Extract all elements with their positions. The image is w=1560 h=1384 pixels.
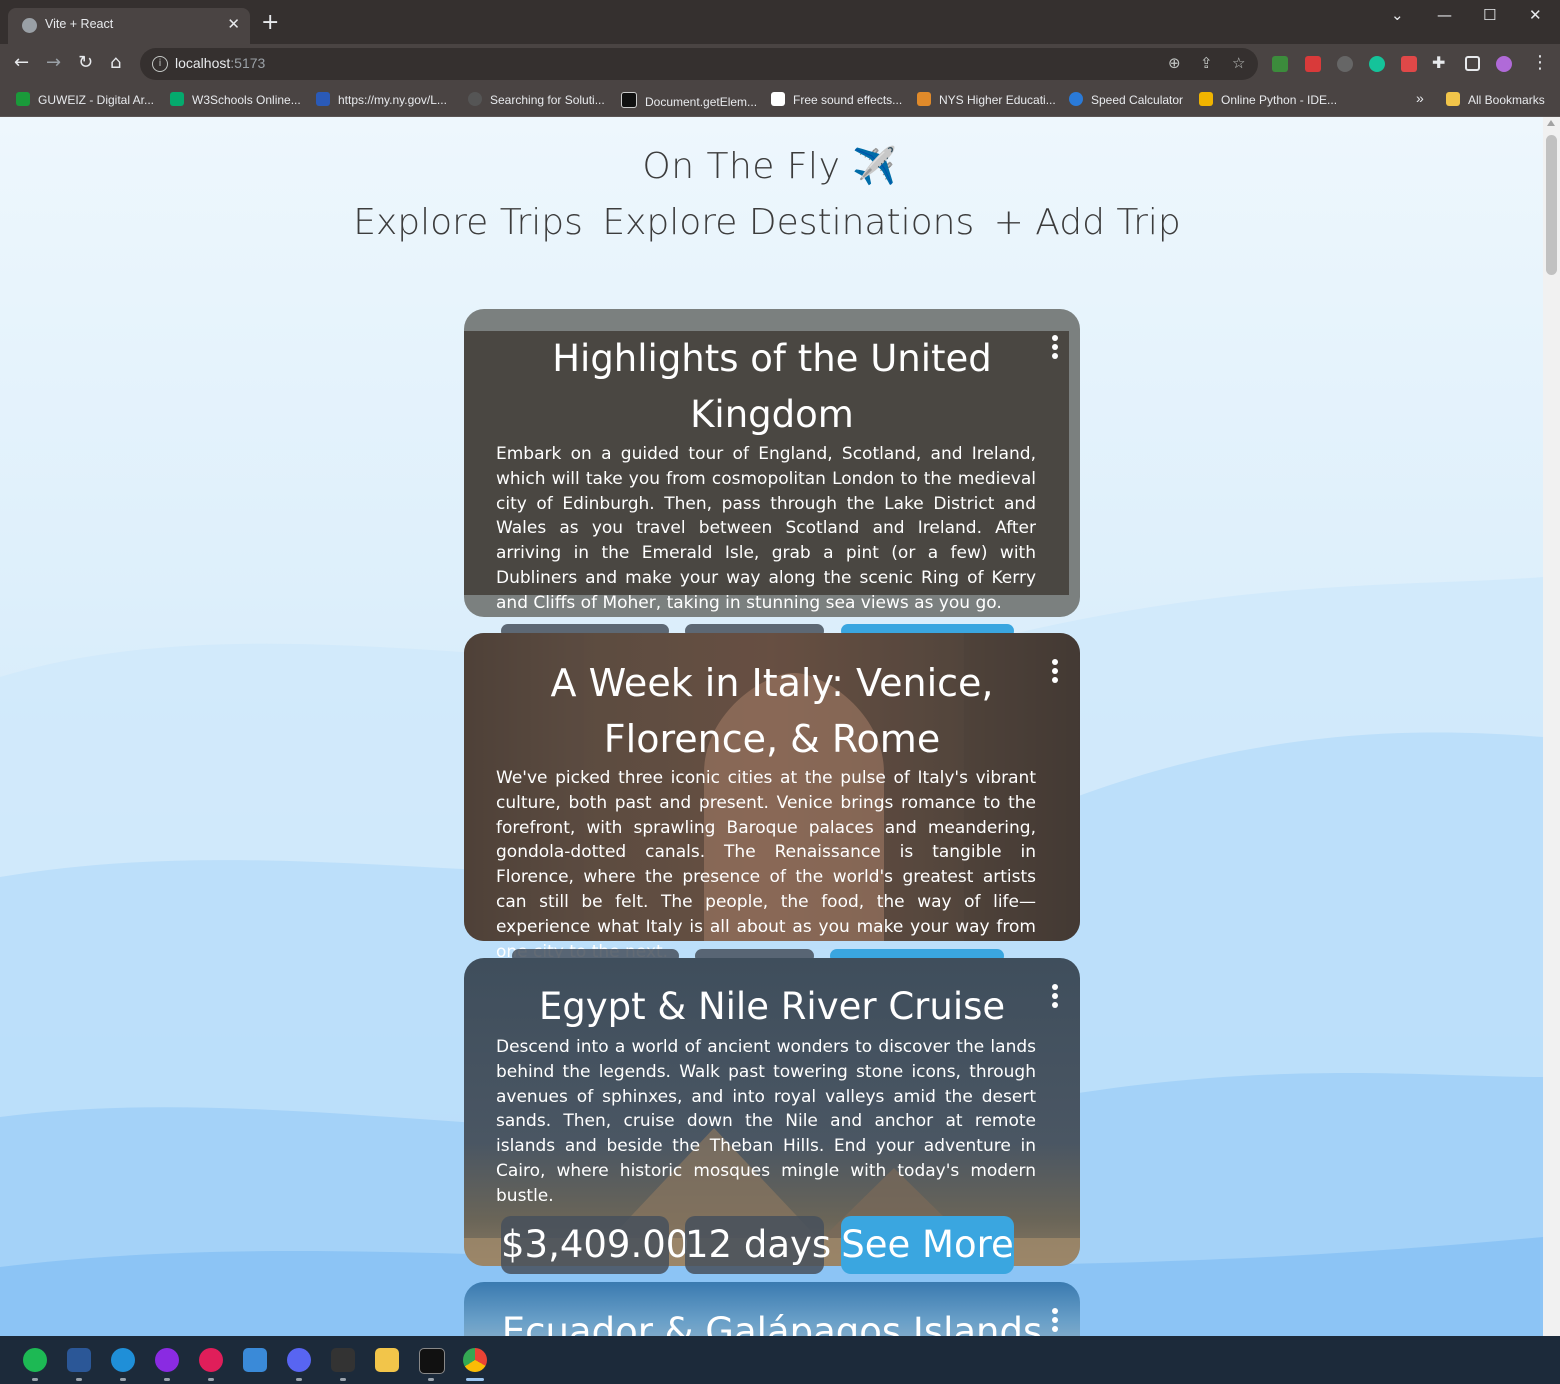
bookmark-star-icon[interactable]: ☆	[1232, 54, 1245, 72]
bookmark-item[interactable]: GUWEIZ - Digital Ar...	[16, 92, 154, 107]
photos-icon[interactable]	[243, 1348, 267, 1372]
forward-button[interactable]: →	[46, 53, 61, 73]
bookmark-item[interactable]: Speed Calculator	[1069, 92, 1183, 107]
close-window-button[interactable]: ✕	[1529, 6, 1542, 24]
share-icon[interactable]: ⇪	[1200, 54, 1213, 72]
trip-description: Descend into a world of ancient wonders …	[496, 1037, 1036, 1206]
zoom-icon[interactable]: ⊕	[1168, 54, 1181, 72]
scroll-thumb[interactable]	[1546, 135, 1557, 275]
terminal-icon[interactable]	[331, 1348, 355, 1372]
scroll-up-arrow-icon[interactable]	[1547, 120, 1555, 126]
address-bar[interactable]: i localhost:5173 ⊕ ⇪ ☆	[140, 48, 1258, 80]
minimize-button[interactable]: —	[1437, 6, 1452, 24]
browser-tab[interactable]: Vite + React ✕	[8, 8, 250, 44]
nav-explore-trips[interactable]: Explore Trips	[353, 202, 583, 243]
slack-icon[interactable]	[199, 1348, 223, 1372]
back-button[interactable]: ←	[14, 53, 29, 73]
running-indicator	[120, 1378, 126, 1381]
running-indicator	[340, 1378, 346, 1381]
duration-pill: 12 days	[685, 1216, 831, 1274]
url-text: localhost:5173	[175, 55, 266, 71]
trip-description: Embark on a guided tour of England, Scot…	[496, 444, 1036, 613]
bookmark-item[interactable]: Searching for Soluti...	[468, 92, 605, 107]
os-taskbar	[0, 1336, 1560, 1384]
github-desktop-icon[interactable]	[155, 1348, 179, 1372]
card-menu-icon[interactable]	[1052, 984, 1058, 1011]
site-info-icon[interactable]: i	[152, 56, 168, 72]
grammarly-icon[interactable]	[1369, 56, 1385, 72]
page-scrollbar[interactable]	[1543, 117, 1560, 1336]
profile-avatar[interactable]	[1496, 56, 1512, 72]
page-viewport: On The Fly ✈️ Explore Trips Explore Dest…	[0, 117, 1543, 1336]
running-indicator	[32, 1378, 38, 1381]
bookmark-item[interactable]: NYS Higher Educati...	[917, 92, 1056, 107]
bookmark-item[interactable]: Online Python - IDE...	[1199, 92, 1337, 107]
new-tab-button[interactable]: +	[261, 12, 279, 34]
bookmarks-overflow-button[interactable]: »	[1416, 90, 1424, 106]
extension-leaf-icon[interactable]	[1272, 56, 1288, 72]
trip-title: Ecuador & Galápagos Islands	[501, 1310, 1043, 1336]
card-menu-icon[interactable]	[1052, 335, 1058, 362]
maximize-button[interactable]: ☐	[1483, 6, 1496, 24]
nav-explore-destinations[interactable]: Explore Destinations	[602, 202, 974, 243]
command-prompt-icon[interactable]	[419, 1348, 445, 1374]
reload-button[interactable]: ↻	[78, 53, 93, 73]
extension-target-icon[interactable]	[1337, 56, 1353, 72]
tab-search-chevron-icon[interactable]: ⌄	[1391, 6, 1404, 24]
running-indicator	[208, 1378, 214, 1381]
word-icon[interactable]	[67, 1348, 91, 1372]
trip-title: Highlights of the United Kingdom	[552, 337, 992, 436]
spotify-icon[interactable]	[23, 1348, 47, 1372]
chrome-icon[interactable]	[463, 1348, 487, 1372]
menu-kebab-icon[interactable]: ⋮	[1531, 53, 1549, 73]
site-title: On The Fly ✈️	[642, 146, 898, 187]
bookmark-item[interactable]: Free sound effects...	[771, 92, 902, 107]
running-indicator	[296, 1378, 302, 1381]
price-pill: $3,409.00	[501, 1216, 689, 1274]
tab-title: Vite + React	[45, 17, 114, 31]
side-panel-icon[interactable]	[1465, 56, 1480, 71]
bookmark-item[interactable]: Document.getElem...	[621, 92, 757, 109]
all-bookmarks-folder[interactable]: All Bookmarks	[1446, 92, 1545, 107]
bookmarks-bar: GUWEIZ - Digital Ar... W3Schools Online.…	[0, 84, 1560, 117]
globe-icon	[22, 18, 37, 33]
active-indicator	[466, 1378, 484, 1381]
bookmark-item[interactable]: https://my.ny.gov/L...	[316, 92, 447, 107]
tab-strip: Vite + React ✕ + ⌄ — ☐ ✕	[0, 0, 1560, 44]
bookmark-item[interactable]: W3Schools Online...	[170, 92, 301, 107]
browser-toolbar: ← → ↻ ⌂ i localhost:5173 ⊕ ⇪ ☆ ✚ ⋮	[0, 44, 1560, 84]
file-explorer-icon[interactable]	[375, 1348, 399, 1372]
discord-icon[interactable]	[287, 1348, 311, 1372]
extension-red-icon[interactable]	[1401, 56, 1417, 72]
running-indicator	[76, 1378, 82, 1381]
see-more-button[interactable]: See More	[841, 1216, 1014, 1274]
skype-icon[interactable]	[111, 1348, 135, 1372]
extensions-puzzle-icon[interactable]: ✚	[1432, 53, 1445, 73]
trip-description: We've picked three iconic cities at the …	[496, 768, 1036, 962]
home-button[interactable]: ⌂	[110, 53, 121, 73]
site-nav: Explore Trips Explore Destinations + Add…	[0, 202, 1534, 243]
running-indicator	[164, 1378, 170, 1381]
card-menu-icon[interactable]	[1052, 659, 1058, 686]
close-tab-icon[interactable]: ✕	[227, 15, 240, 33]
nav-add-trip[interactable]: + Add Trip	[994, 202, 1181, 243]
trip-title: Egypt & Nile River Cruise	[538, 985, 1006, 1028]
running-indicator	[428, 1378, 434, 1381]
trip-title: A Week in Italy: Venice, Florence, & Rom…	[550, 661, 994, 761]
extension-pdf-icon[interactable]	[1305, 56, 1321, 72]
